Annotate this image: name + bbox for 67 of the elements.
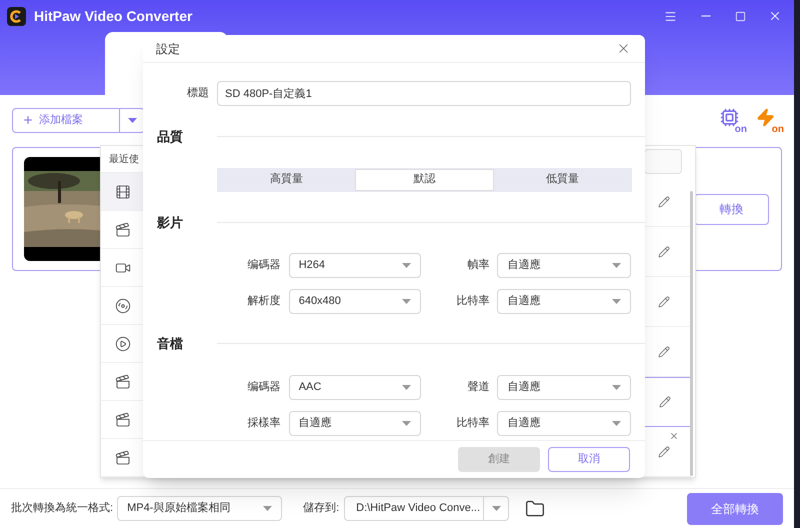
folder-icon[interactable]: [525, 498, 546, 518]
caret-icon: [612, 299, 622, 304]
section-heading: 音檔: [157, 335, 184, 353]
window-title: HitPaw Video Converter: [34, 6, 192, 26]
dropdown-field[interactable]: AAC: [288, 374, 422, 400]
dropdown-field[interactable]: 自適應: [497, 289, 632, 314]
gpu-acceleration-toggle[interactable]: on: [720, 108, 744, 132]
dialog-title: 設定: [156, 40, 180, 58]
field-label: 比特率: [456, 416, 490, 431]
dropdown-field[interactable]: 自適應: [497, 253, 632, 278]
edit-icon[interactable]: [658, 196, 670, 208]
scrollbar[interactable]: [690, 191, 693, 476]
cancel-button[interactable]: 取消: [548, 447, 630, 472]
recent-header: 最近使: [109, 152, 139, 166]
maximize-icon[interactable]: [735, 10, 746, 22]
title-label: 標題: [187, 86, 209, 102]
film-reel-icon: [115, 298, 131, 314]
add-file-label: 添加檔案: [39, 112, 83, 128]
edit-icon[interactable]: [658, 346, 670, 358]
dropdown-field[interactable]: 640x480: [288, 289, 422, 314]
logo-icon: [7, 6, 26, 26]
field-label: 编碼器: [248, 380, 281, 395]
plus-icon: [22, 114, 34, 126]
clapperboard-icon: [115, 412, 131, 428]
quality-tab[interactable]: 默認: [355, 168, 494, 190]
field-label: 比特率: [456, 294, 490, 310]
film-icon: [115, 184, 131, 200]
dropdown-field[interactable]: H264: [288, 253, 422, 278]
caret-icon[interactable]: [128, 118, 136, 122]
caret-icon: [402, 384, 412, 390]
close-icon[interactable]: [768, 9, 782, 23]
edit-icon[interactable]: [658, 446, 670, 458]
dropdown-field[interactable]: 自適應: [288, 410, 422, 436]
quality-tab[interactable]: 高質量: [218, 168, 355, 190]
edit-icon[interactable]: [659, 396, 671, 408]
format-dropdown[interactable]: MP4-與原始檔案相同: [117, 496, 282, 521]
caret-icon: [402, 263, 412, 268]
field-label: 採樣率: [248, 416, 281, 431]
quality-tab[interactable]: 低質量: [494, 168, 631, 190]
caret-icon: [492, 506, 501, 511]
title-input[interactable]: SD 480P-自定義1: [217, 81, 631, 106]
edit-icon[interactable]: [658, 296, 670, 308]
field-label: 幀率: [467, 258, 490, 274]
batch-format-label: 批次轉換為統一格式:: [11, 501, 114, 516]
delete-icon[interactable]: [669, 431, 679, 441]
clapperboard-icon: [115, 222, 131, 238]
search-field[interactable]: [644, 149, 682, 174]
section-heading: 品質: [157, 128, 184, 146]
dropdown-field[interactable]: 自適應: [497, 374, 632, 400]
caret-icon: [612, 420, 622, 426]
clapperboard-icon: [115, 450, 131, 466]
caret-icon: [402, 420, 412, 426]
clapperboard-icon: [115, 374, 131, 390]
caret-icon: [263, 506, 272, 511]
dropdown-field[interactable]: 自適應: [497, 410, 632, 436]
menu-icon[interactable]: [664, 10, 677, 22]
field-label: 解析度: [248, 294, 281, 310]
caret-icon: [612, 384, 622, 390]
edit-icon[interactable]: [658, 246, 670, 258]
field-label: 聲道: [467, 380, 490, 395]
save-path-dropdown[interactable]: D:\HitPaw Video Conve...: [344, 496, 510, 521]
section-heading: 影片: [157, 214, 184, 232]
field-label: 编碼器: [248, 258, 281, 274]
caret-icon: [402, 299, 412, 304]
play-icon: [115, 336, 131, 352]
caret-icon: [612, 263, 622, 268]
save-to-label: 儲存到:: [303, 501, 340, 516]
